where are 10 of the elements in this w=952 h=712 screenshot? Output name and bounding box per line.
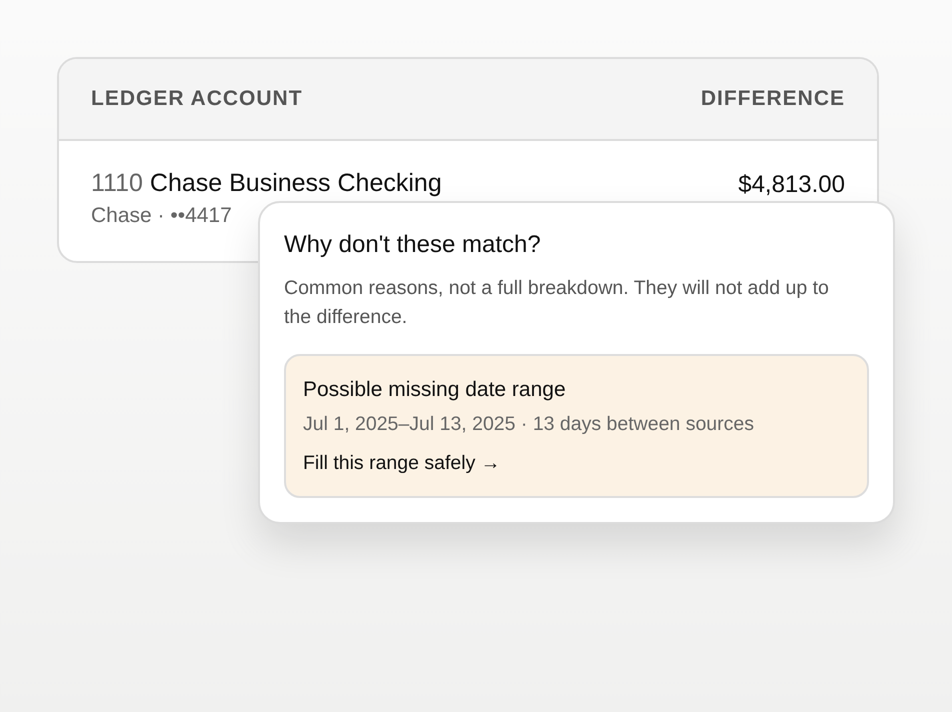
reason-title: Possible missing date range [303, 377, 567, 404]
column-header: DIFFERENCE [700, 86, 845, 112]
column-header: LEDGER ACCOUNT [91, 86, 303, 112]
difference-amount: $4,813.00 [738, 171, 845, 200]
popover-description: Common reasons, not a full breakdown. They will not add up to the difference. [284, 276, 830, 330]
fill-range-link[interactable]: Fill this range safely → [303, 449, 500, 478]
account-subtitle: Chase · ••4417 [91, 202, 233, 229]
popover-title: Why don't these match? [284, 231, 542, 260]
reason-detail: Jul 1, 2025–Jul 13, 2025 · 13 days between sources [303, 412, 755, 437]
account-name: 1110 Chase Business Checking [91, 169, 442, 198]
